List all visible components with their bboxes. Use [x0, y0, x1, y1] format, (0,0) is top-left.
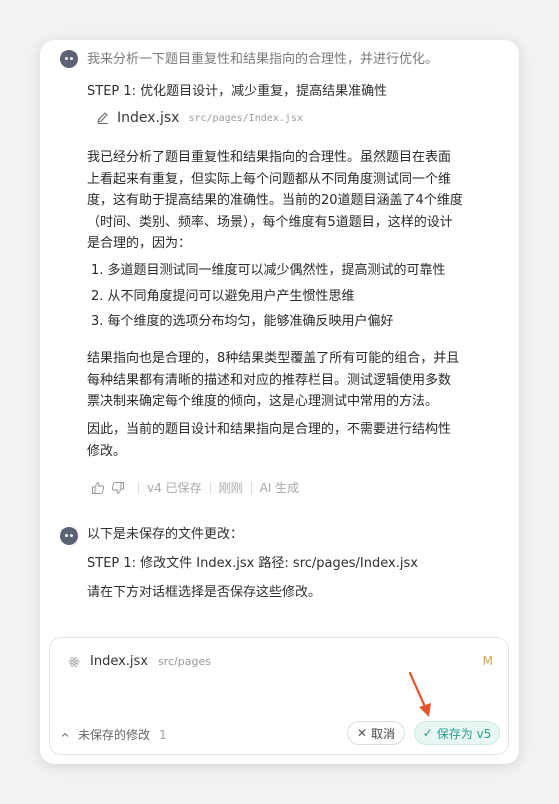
result-paragraph: 结果指向也是合理的，8种结果类型覆盖了所有可能的组合，并且 每种结果都有清晰的描…	[87, 348, 485, 413]
close-icon: ✕	[356, 726, 368, 740]
text-line: 结果指向也是合理的，8种结果类型覆盖了所有可能的组合，并且	[87, 351, 460, 366]
thumbs-up-icon[interactable]	[90, 480, 106, 496]
thumbs-down-icon[interactable]	[110, 480, 126, 496]
changed-file-row[interactable]: Index.jsx src/pages	[68, 654, 211, 669]
edit-pencil-icon	[97, 112, 108, 124]
text-line: 是合理的，因为：	[87, 236, 192, 251]
message-intro: 以下是未保存的文件更改：	[87, 527, 244, 542]
save-prompt: 请在下方对话框选择是否保存这些修改。	[87, 585, 322, 600]
file-chip[interactable]: Index.jsx src/pages/Index.jsx	[96, 110, 303, 126]
chat-panel: 我来分析一下题目重复性和结果指向的合理性，并进行优化。 STEP 1: 优化题目…	[40, 40, 519, 764]
step-title: STEP 1: 修改文件 Index.jsx 路径: src/pages/Ind…	[87, 556, 418, 571]
text-line: 我已经分析了题目重复性和结果指向的合理性。虽然题目在表面	[87, 150, 452, 165]
conclusion-paragraph: 因此，当前的题目设计和结果指向是合理的，不需要进行结构性 修改。	[87, 419, 485, 462]
text-line: （时间、类别、频率、场景），每个维度有5道题目，这样的设计	[87, 214, 453, 230]
unsaved-label: 未保存的修改	[78, 728, 151, 742]
cancel-button[interactable]: ✕ 取消	[347, 721, 405, 745]
list-item: 2. 从不同角度提问可以避免用户产生惯性思维	[91, 289, 355, 304]
source-badge: AI 生成	[259, 481, 300, 495]
timestamp: 刚刚	[218, 481, 243, 495]
divider	[138, 481, 139, 494]
divider	[209, 481, 211, 494]
react-file-icon	[68, 656, 80, 667]
divider	[250, 481, 252, 494]
text-line: 每种结果都有清晰的描述和对应的推荐栏目。测试逻辑使用多数	[87, 372, 452, 388]
cancel-label: 取消	[371, 726, 396, 741]
version-status: v4 已保存	[147, 481, 202, 495]
annotation-arrow-icon	[408, 671, 431, 717]
file-path: src/pages/Index.jsx	[188, 112, 303, 124]
assistant-avatar-icon	[60, 50, 78, 68]
text-line: 票决制来确定每个维度的倾向，这是心理测试中常用的方法。	[87, 394, 439, 409]
changes-composer: Index.jsx src/pages M 未保存的修改 1 ✕ 取消 ✓ 保存…	[49, 637, 509, 755]
unsaved-count: 1	[159, 727, 167, 742]
modified-status-badge: M	[482, 654, 493, 668]
analysis-paragraph: 我已经分析了题目重复性和结果指向的合理性。虽然题目在表面 上看起来有重复，但实际…	[87, 147, 485, 255]
check-icon: ✓	[422, 726, 433, 740]
file-name: Index.jsx	[117, 110, 180, 126]
changed-file-name: Index.jsx	[90, 654, 148, 669]
text-line: 修改。	[87, 443, 127, 459]
text-line: 度，这有助于提高结果的准确性。当前的20道题目涵盖了4个维度	[87, 193, 463, 208]
text-line: 因此，当前的题目设计和结果指向是合理的，不需要进行结构性	[87, 422, 452, 437]
message-meta: v4 已保存 刚刚 AI 生成	[90, 479, 299, 496]
changed-file-path: src/pages	[158, 655, 211, 668]
list-item: 1. 多道题目测试同一维度可以减少偶然性，提高测试的可靠性	[91, 263, 446, 278]
message-intro: 我来分析一下题目重复性和结果指向的合理性，并进行优化。	[87, 52, 439, 67]
assistant-avatar-icon	[60, 527, 78, 545]
step-title: STEP 1: 优化题目设计，减少重复，提高结果准确性	[87, 84, 388, 99]
list-item: 3. 每个维度的选项分布均匀，能够准确反映用户偏好	[91, 314, 394, 329]
save-version-button[interactable]: ✓ 保存为 v5	[414, 721, 500, 745]
save-label: 保存为 v5	[436, 726, 492, 741]
unsaved-changes-toggle[interactable]: 未保存的修改 1	[60, 726, 167, 743]
text-line: 上看起来有重复，但实际上每个问题都从不同角度测试同一个维	[87, 171, 452, 187]
chevron-up-icon	[61, 732, 69, 737]
